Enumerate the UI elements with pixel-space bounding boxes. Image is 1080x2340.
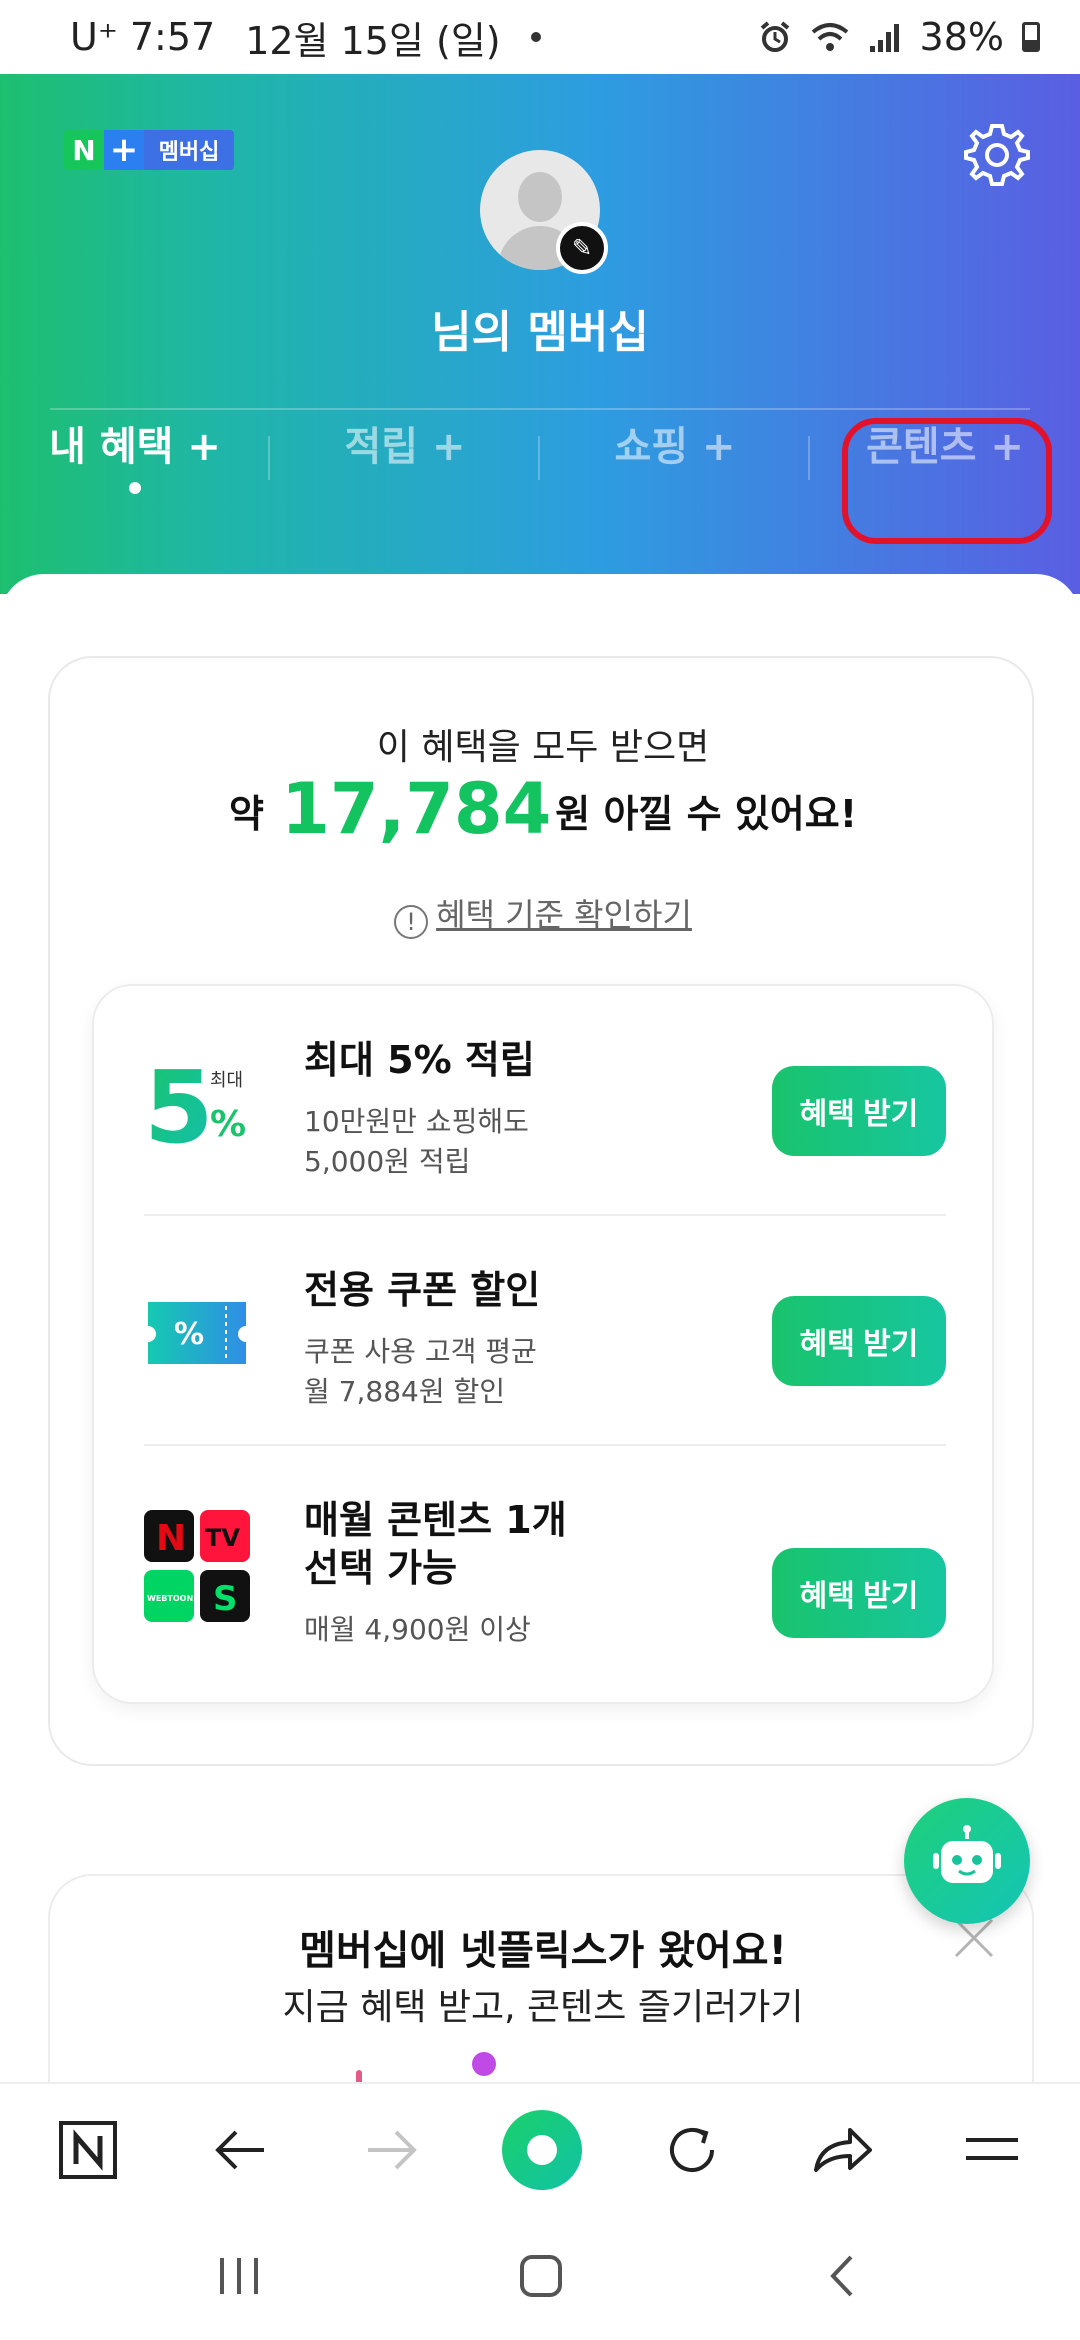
membership-title: 님의 멤버십 [431,307,649,358]
home-button[interactable] [506,2246,576,2306]
battery-icon [1022,22,1040,52]
get-benefit-button[interactable]: 혜택 받기 [772,1296,946,1386]
recent-apps-icon [220,2258,258,2294]
tab-separator [808,436,810,480]
alarm-icon [760,21,789,52]
tab-shopping[interactable]: 쇼핑 + [540,374,810,494]
tab-points[interactable]: 적립 + [270,374,540,494]
benefit-title: 매월 콘텐츠 1개 [304,1498,567,1542]
status-date: 12월 15일 (일) [245,18,501,63]
tving-app-label: TV [205,1524,240,1552]
home-square-icon [520,2255,562,2297]
benefit-row: % 전용 쿠폰 할인 쿠폰 사용 고객 평균 월 7,884원 할인 혜택 받기 [94,1216,996,1446]
icon-max: 최대 [210,1070,243,1091]
benefit-title: 최대 5% 적립 [304,1038,535,1082]
notification-dot-icon [530,32,541,42]
coupon-icon: % [148,1302,246,1364]
summary-line2: 약 17,784 원 아낄 수 있어요! [50,768,1036,850]
logo-plus: + [104,130,144,170]
robot-icon [933,1825,1001,1883]
benefit-list: 5 최대 % 최대 5% 적립 10만원만 쇼핑해도 5,000원 적립 혜택 … [92,984,994,1704]
avatar-head-icon [518,172,562,222]
edit-profile-pencil-icon[interactable]: ✎ [556,222,608,274]
back-button[interactable] [200,2110,280,2190]
page: U⁺ 7:57 12월 15일 (일) 38% N + 멤버십 ✎ 님의 멤버십… [0,0,1080,2340]
forward-button[interactable] [352,2110,432,2190]
browser-toolbar [0,2082,1080,2216]
benefit-title: 전용 쿠폰 할인 [304,1268,541,1312]
criteria-link-text[interactable]: 혜택 기준 확인하기 [436,896,692,934]
promo-decoration-dot [472,2052,496,2076]
get-benefit-button[interactable]: 혜택 받기 [772,1548,946,1638]
benefit-row: 5 최대 % 최대 5% 적립 10만원만 쇼핑해도 5,000원 적립 혜택 … [94,986,996,1216]
benefit-title-line2: 선택 가능 [304,1546,458,1590]
get-benefit-button[interactable]: 혜택 받기 [772,1066,946,1156]
refresh-icon [670,2128,714,2172]
tab-separator [538,436,540,480]
info-icon: ! [394,905,429,939]
netflix-app-label: N [156,1518,186,1559]
battery-percent: 38% [919,15,1004,59]
arrow-right-icon [368,2130,417,2170]
green-dot-icon [527,2135,557,2165]
benefit-desc: 쿠폰 사용 고객 평균 [304,1335,537,1368]
refresh-button[interactable] [652,2110,732,2190]
icon-five: 5 [144,1052,214,1152]
savings-amount: 17,784 [281,768,552,850]
summary-prefix: 약 [228,792,264,836]
chevron-left-icon [830,2255,853,2297]
status-time: 7:57 [129,15,216,59]
summary-suffix: 원 아낄 수 있어요! [555,792,858,836]
benefit-row: N TV WEBTOON S 매월 콘텐츠 1개 선택 가능 매월 4,900원… [94,1446,996,1696]
benefit-summary-card: 이 혜택을 모두 받으면 약 17,784 원 아낄 수 있어요! ! 혜택 기준 … [48,656,1034,1766]
benefit-desc: 10만원만 쇼핑해도 [304,1105,529,1138]
settings-gear-icon[interactable] [962,120,1032,190]
content-apps-icon: N TV WEBTOON S [144,1510,250,1622]
hamburger-menu-icon [966,2138,1018,2160]
signal-icon [869,24,899,52]
naver-plus-logo: N + 멤버십 [64,130,234,170]
spotv-app-label: S [213,1579,238,1619]
logo-n: N [64,130,104,170]
status-left: U⁺ 7:57 12월 15일 (일) [70,10,541,65]
carrier-label: U⁺ [70,15,118,59]
share-icon [814,2128,872,2172]
arrow-left-icon [215,2130,264,2170]
tab-separator [268,436,270,480]
status-bar: U⁺ 7:57 12월 15일 (일) 38% [0,0,1080,74]
summary-line1: 이 혜택을 모두 받으면 [376,727,710,768]
share-button[interactable] [802,2110,882,2190]
recent-apps-button[interactable] [204,2246,274,2306]
tab-my-benefits[interactable]: 내 혜택 + [0,374,270,494]
menu-button[interactable] [952,2110,1032,2190]
benefit-desc: 월 7,884원 할인 [304,1375,505,1408]
webtoon-app-label: WEBTOON [147,1594,193,1603]
naver-n-icon [59,2121,117,2179]
promo-title: 멤버십에 넷플릭스가 왔어요! [299,1928,787,1974]
promo-subtitle: 지금 혜택 받고, 콘텐츠 즐기러가기 [282,1987,804,2028]
coupon-percent: % [174,1317,204,1352]
benefit-desc: 매월 4,900원 이상 [304,1613,531,1646]
icon-percent: % [210,1104,246,1145]
system-nav-bar [0,2216,1080,2340]
logo-text: 멤버십 [144,130,234,170]
chatbot-button[interactable] [904,1798,1030,1924]
naver-home-button[interactable] [48,2110,128,2190]
five-percent-icon: 5 최대 % [144,1052,246,1152]
contents-tab-highlight-annotation [842,418,1052,544]
wifi-icon [811,23,848,51]
system-back-button[interactable] [808,2246,878,2306]
green-dot-button[interactable] [502,2110,582,2190]
benefit-desc: 5,000원 적립 [304,1145,471,1178]
benefit-criteria-link[interactable]: ! 혜택 기준 확인하기 [50,890,1036,939]
status-right: 38% [758,15,1040,59]
